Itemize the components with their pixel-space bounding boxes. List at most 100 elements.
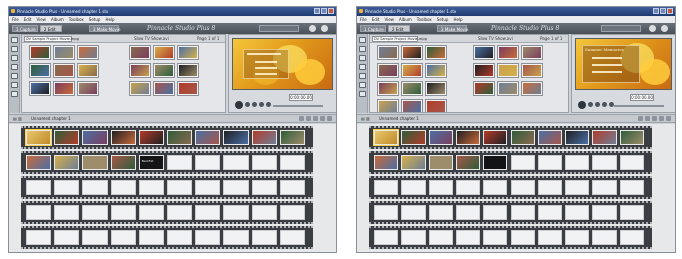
storyboard-clip[interactable]: Bad Ext <box>138 155 164 170</box>
empty-storyboard-slot[interactable] <box>401 205 426 220</box>
empty-storyboard-slot[interactable] <box>167 155 193 170</box>
help-icon[interactable] <box>649 25 656 32</box>
album-scene-thumbnail[interactable] <box>402 100 422 112</box>
step-forward-icon[interactable] <box>259 102 264 107</box>
empty-storyboard-slot[interactable] <box>251 205 277 220</box>
empty-storyboard-slot[interactable] <box>279 230 305 245</box>
empty-storyboard-slot[interactable] <box>54 180 80 195</box>
still-images-tab-icon[interactable] <box>10 64 18 70</box>
storyboard-view-icon[interactable] <box>666 116 671 121</box>
album-scene-thumbnail[interactable] <box>54 46 74 59</box>
storyboard-clip[interactable] <box>82 155 108 170</box>
empty-storyboard-slot[interactable] <box>110 230 136 245</box>
empty-storyboard-slot[interactable] <box>110 205 136 220</box>
storyboard-clip[interactable] <box>374 155 399 170</box>
album-scene-thumbnail[interactable] <box>522 64 542 77</box>
movie-view-icons[interactable]: ▤ ▥ <box>361 115 370 123</box>
volume-icon[interactable] <box>652 116 657 121</box>
tab-capture[interactable]: 1 Capture <box>12 25 38 32</box>
empty-storyboard-slot[interactable] <box>279 205 305 220</box>
storyboard-clip[interactable] <box>619 130 644 145</box>
toolbox-icon[interactable] <box>659 116 664 121</box>
empty-storyboard-slot[interactable] <box>565 155 590 170</box>
empty-storyboard-slot[interactable] <box>223 180 249 195</box>
empty-storyboard-slot[interactable] <box>510 205 535 220</box>
storyboard-clip[interactable] <box>455 155 481 170</box>
album-scene-thumbnail[interactable] <box>130 46 150 59</box>
empty-storyboard-slot[interactable] <box>619 230 644 245</box>
storyboard-clip[interactable] <box>592 130 617 145</box>
video-scenes-tab-icon[interactable] <box>10 37 18 43</box>
storyboard-clip[interactable] <box>251 130 277 145</box>
empty-storyboard-slot[interactable] <box>565 230 590 245</box>
empty-storyboard-slot[interactable] <box>592 205 617 220</box>
empty-storyboard-slot[interactable] <box>537 155 563 170</box>
toolbox-icon[interactable] <box>320 116 325 121</box>
album-scene-thumbnail[interactable] <box>522 46 542 59</box>
empty-storyboard-slot[interactable] <box>537 205 563 220</box>
storyboard-clip[interactable] <box>167 130 193 145</box>
album-source-dropdown[interactable]: DV Sample Project Movie.mpg <box>372 36 427 42</box>
empty-storyboard-slot[interactable] <box>138 205 164 220</box>
empty-storyboard-slot[interactable] <box>251 180 277 195</box>
trash-icon[interactable] <box>306 116 311 121</box>
menu-setup[interactable]: Setup <box>89 17 101 22</box>
storyboard-clip[interactable] <box>54 155 80 170</box>
empty-storyboard-slot[interactable] <box>138 180 164 195</box>
empty-storyboard-slot[interactable] <box>82 180 108 195</box>
empty-storyboard-slot[interactable] <box>374 205 399 220</box>
album-scene-thumbnail[interactable] <box>426 82 446 95</box>
rewind-icon[interactable] <box>588 102 593 107</box>
album-source-dropdown[interactable]: DV Sample Project Movie.mpg <box>24 36 79 42</box>
transitions-tab-icon[interactable] <box>10 46 18 52</box>
empty-storyboard-slot[interactable] <box>455 230 481 245</box>
menu-help[interactable]: Help <box>105 17 114 22</box>
help-icon[interactable] <box>309 25 316 32</box>
minimize-button[interactable] <box>314 8 320 14</box>
storyboard-clip[interactable] <box>483 155 508 170</box>
storyboard-clip[interactable] <box>401 130 426 145</box>
empty-storyboard-slot[interactable] <box>279 180 305 195</box>
empty-storyboard-slot[interactable] <box>251 230 277 245</box>
album-scene-thumbnail[interactable] <box>78 64 98 77</box>
menu-file[interactable]: File <box>12 17 19 22</box>
empty-storyboard-slot[interactable] <box>428 230 453 245</box>
empty-storyboard-slot[interactable] <box>167 230 193 245</box>
empty-storyboard-slot[interactable] <box>483 230 508 245</box>
volume-icon[interactable] <box>313 116 318 121</box>
album-scene-thumbnail[interactable] <box>378 82 398 95</box>
album-scene-thumbnail[interactable] <box>178 64 198 77</box>
storyboard-clip[interactable] <box>428 155 453 170</box>
empty-storyboard-slot[interactable] <box>251 155 277 170</box>
sound-effects-tab-icon[interactable] <box>358 82 366 88</box>
empty-storyboard-slot[interactable] <box>138 230 164 245</box>
timecode-counter[interactable]: 0:00:00.00 <box>630 94 654 101</box>
storyboard-clip[interactable] <box>455 130 481 145</box>
album-scene-thumbnail[interactable] <box>474 82 494 95</box>
movie-view-icons[interactable]: ▤ ▥ <box>13 115 22 123</box>
storyboard-clip[interactable] <box>223 130 249 145</box>
storyboard-clip[interactable] <box>110 130 136 145</box>
empty-storyboard-slot[interactable] <box>510 230 535 245</box>
music-tab-icon[interactable] <box>358 91 366 97</box>
menu-edit[interactable]: Edit <box>24 17 32 22</box>
empty-storyboard-slot[interactable] <box>195 230 221 245</box>
album-scene-thumbnail[interactable] <box>130 82 150 95</box>
step-back-icon[interactable] <box>252 102 257 107</box>
storyboard-clip[interactable] <box>279 130 305 145</box>
transitions-tab-icon[interactable] <box>358 46 366 52</box>
album-scene-thumbnail[interactable] <box>378 100 398 112</box>
empty-storyboard-slot[interactable] <box>565 180 590 195</box>
storyboard-clip[interactable] <box>26 155 52 170</box>
album-scene-thumbnail[interactable] <box>78 46 98 59</box>
storyboard-clip[interactable] <box>138 130 164 145</box>
empty-storyboard-slot[interactable] <box>455 180 481 195</box>
album-scene-thumbnail[interactable] <box>426 64 446 77</box>
empty-storyboard-slot[interactable] <box>223 155 249 170</box>
storyboard-clip[interactable] <box>195 130 221 145</box>
empty-storyboard-slot[interactable] <box>223 230 249 245</box>
empty-storyboard-slot[interactable] <box>54 230 80 245</box>
empty-storyboard-slot[interactable] <box>167 180 193 195</box>
minimize-button[interactable] <box>653 8 659 14</box>
album-scene-thumbnail[interactable] <box>426 46 446 59</box>
